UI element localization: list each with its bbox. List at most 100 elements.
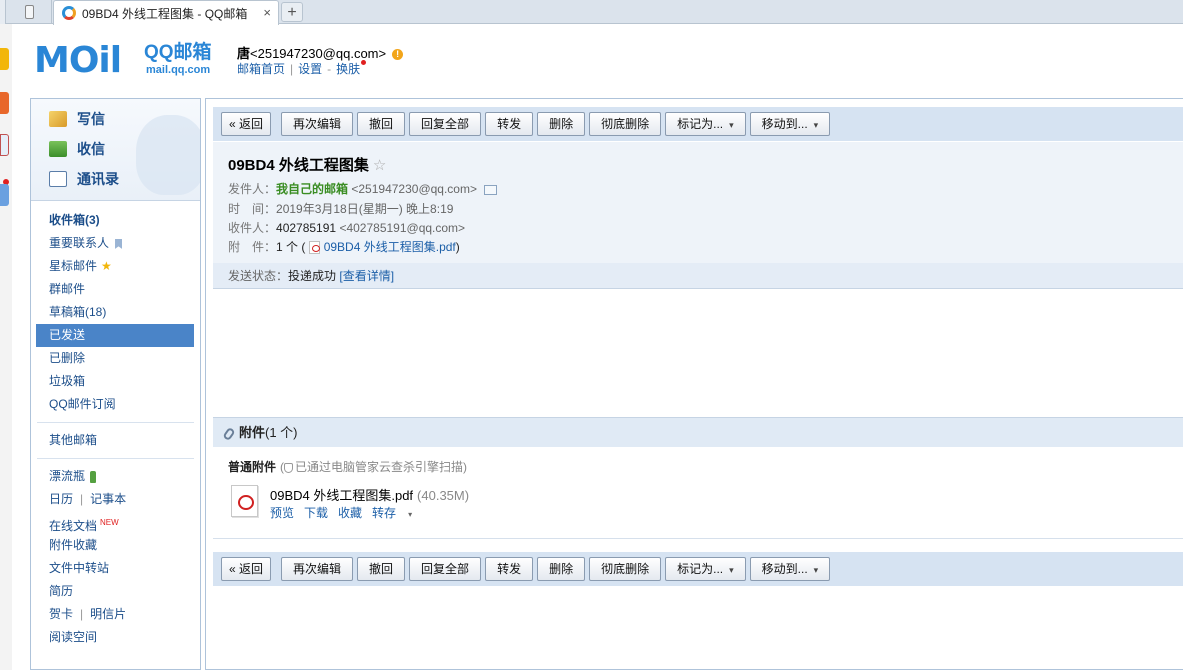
calendar-link[interactable]: 日历 [49,492,73,506]
pdf-file-icon [308,241,320,255]
cards-link[interactable]: 贺卡 [49,607,73,621]
top-toolbar: « 返回 再次编辑 撤回 回复全部 转发 删除 彻底删除 标记为... ▾ 移动到… [213,107,1183,141]
folder-starred[interactable]: 星标邮件 ★ [31,255,200,278]
reply-all-button[interactable]: 回复全部 [409,557,482,581]
view-details-link[interactable]: [查看详情] [339,269,394,283]
sender-name[interactable]: 我自己的邮箱 [276,182,348,196]
recall-button[interactable]: 撤回 [357,557,406,581]
chevron-down-icon: ▾ [729,120,734,130]
folder-sent[interactable]: 已发送 [36,324,194,347]
attachment-file-name[interactable]: 09BD4 外线工程图集.pdf [270,488,413,503]
folder-group[interactable]: 群邮件 [31,278,200,301]
recall-button[interactable]: 撤回 [357,112,406,136]
move-to-dropdown[interactable]: 移动到... ▾ [749,557,831,581]
active-browser-tab[interactable]: 09BD4 外线工程图集 - QQ邮箱 × [53,0,279,25]
app-resume[interactable]: 简历 [31,580,200,603]
app-cards-postcards: 贺卡 | 明信片 [49,607,127,621]
mailbox-home-link[interactable]: 邮箱首页 [237,62,285,76]
app-reading-space[interactable]: 阅读空间 [31,626,200,649]
back-button[interactable]: « 返回 [221,112,272,136]
postcards-link[interactable]: 明信片 [90,607,126,621]
edit-again-button[interactable]: 再次编辑 [281,112,354,136]
chevron-down-icon: ▾ [408,510,413,519]
mark-as-dropdown[interactable]: 标记为... ▾ [665,557,746,581]
delivery-status-bar: 发送状态：投递成功 [查看详情] [213,263,1183,289]
app-calendar-notes: 日历 | 记事本 [49,492,127,506]
delivery-status: 投递成功 [288,269,337,283]
receive-button[interactable]: 收信 [49,139,105,159]
delete-forever-button[interactable]: 彻底删除 [589,112,662,136]
app-online-docs[interactable]: 在线文档 NEW [31,511,200,534]
save-to-dropdown[interactable]: 转存 ▾ [372,506,422,520]
delete-button[interactable]: 删除 [537,557,586,581]
attachment-actions: 预览 下载 收藏 转存 ▾ [270,504,432,521]
quick-actions: 写信 收信 通讯录 [31,99,200,201]
warning-icon[interactable]: ! [392,49,404,61]
preview-link[interactable]: 预览 [270,506,294,520]
app-drift-bottle[interactable]: 漂流瓶 [31,465,200,488]
notes-link[interactable]: 记事本 [90,492,126,506]
folder-drafts[interactable]: 草稿箱(18) [31,301,200,324]
tab-title: 09BD4 外线工程图集 - QQ邮箱 [82,6,248,21]
new-tab-button[interactable]: + [281,2,303,22]
recipient-name[interactable]: 402785191 [276,221,336,235]
bottom-toolbar: « 返回 再次编辑 撤回 回复全部 转发 删除 彻底删除 标记为... ▾ 移动到… [213,552,1183,586]
attachment-row: 附 件：1 个 ( 09BD4 外线工程图集.pdf) [228,240,460,255]
forward-button[interactable]: 转发 [485,557,534,581]
star-toggle-icon[interactable]: ☆ [373,157,386,174]
mail-header-info: 09BD4 外线工程图集 ☆ 发件人：我自己的邮箱 <251947230@qq.c… [213,142,1183,263]
weibo-icon[interactable] [0,92,9,114]
app-attachment-collection[interactable]: 附件收藏 [31,534,200,557]
mail-read-panel: « 返回 再次编辑 撤回 回复全部 转发 删除 彻底删除 标记为... ▾ 移动到… [205,98,1183,670]
bookmark-icon [115,238,123,249]
chevron-down-icon: ▾ [813,565,819,575]
folder-spam[interactable]: 垃圾箱 [31,370,200,393]
pinned-tab[interactable] [8,0,52,24]
settings-link[interactable]: 设置 [298,62,322,76]
app-file-transfer[interactable]: 文件中转站 [31,557,200,580]
app-icon[interactable] [0,134,9,156]
move-to-dropdown[interactable]: 移动到... ▾ [749,112,831,136]
favorite-link[interactable]: 收藏 [338,506,362,520]
folder-inbox[interactable]: 收件箱(3) [31,209,200,232]
pdf-icon[interactable] [231,485,258,517]
tab-close-icon[interactable]: × [263,5,271,20]
attachment-link[interactable]: 09BD4 外线工程图集.pdf [324,240,456,254]
attachment-file: 09BD4 外线工程图集.pdf (40.35M) [270,485,469,504]
mail-subject: 09BD4 外线工程图集 ☆ [228,157,387,174]
delete-forever-button[interactable]: 彻底删除 [589,557,662,581]
change-skin-link[interactable]: 换肤 [336,62,360,76]
folder-deleted[interactable]: 已删除 [31,347,200,370]
back-button[interactable]: « 返回 [221,557,272,581]
folder-other-mailboxes[interactable]: 其他邮箱 [31,429,200,452]
contact-card-icon[interactable] [484,184,497,195]
shield-icon [284,462,294,473]
recipient-row: 收件人：402785191 <402785191@qq.com> [228,221,466,235]
star-icon: ★ [101,259,112,273]
contacts-button[interactable]: 通讯录 [49,169,119,189]
user-name: 唐 [237,46,251,61]
edit-again-button[interactable]: 再次编辑 [281,557,354,581]
attachment-file-size: (40.35M) [417,488,470,503]
forward-button[interactable]: 转发 [485,112,534,136]
recipient-email: <402785191@qq.com> [339,221,466,235]
delete-button[interactable]: 删除 [537,112,586,136]
reply-all-button[interactable]: 回复全部 [409,112,482,136]
send-time: 2019年3月18日(星期一) 晚上8:19 [276,202,454,216]
drift-bottle-label: 漂流瓶 [49,469,86,483]
contacts-label: 通讯录 [77,171,119,187]
user-email: <251947230@qq.com> [250,46,387,61]
contacts-icon [49,171,67,187]
folder-vip[interactable]: 重要联系人 [31,232,200,255]
folder-subscriptions[interactable]: QQ邮件订阅 [31,393,200,416]
sender-row: 发件人：我自己的邮箱 <251947230@qq.com> [228,180,497,197]
favorites-star-icon[interactable] [0,48,9,70]
qq-mail-logo[interactable]: MOil QQ邮箱 mail.qq.com [34,41,224,81]
receive-icon [49,141,67,157]
mark-as-dropdown[interactable]: 标记为... ▾ [665,112,746,136]
download-link[interactable]: 下载 [304,506,328,520]
previous-tab-stub[interactable] [0,0,6,24]
tool-icon[interactable] [0,184,9,206]
left-navigation: 写信 收信 通讯录 收件箱(3) 重要联系人 星标邮件 ★ 群邮件 草稿箱(18)… [30,98,201,670]
compose-button[interactable]: 写信 [49,109,105,129]
